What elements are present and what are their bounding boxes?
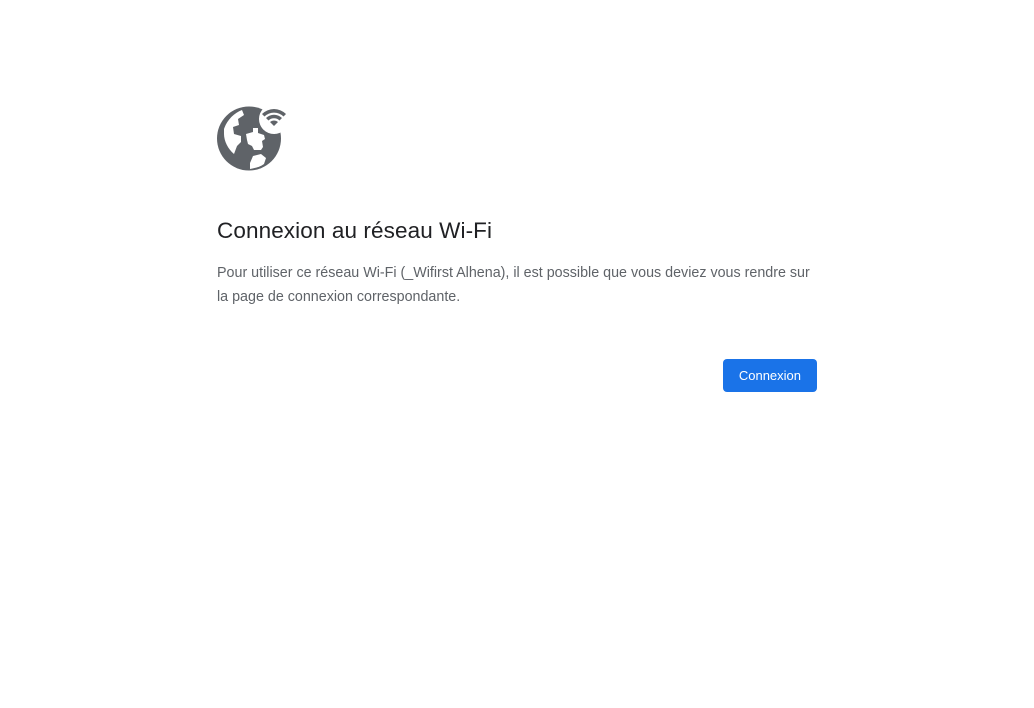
interstitial-content: Connexion au réseau Wi-Fi Pour utiliser … xyxy=(217,106,817,392)
connect-button[interactable]: Connexion xyxy=(722,359,817,392)
action-bar: Connexion xyxy=(217,359,817,392)
globe-wifi-icon xyxy=(217,106,289,174)
page-description: Pour utiliser ce réseau Wi-Fi (_Wifirst … xyxy=(217,265,810,305)
page-title: Connexion au réseau Wi-Fi xyxy=(217,218,493,243)
captive-portal-page: Connexion au réseau Wi-Fi Pour utiliser … xyxy=(0,0,1034,708)
